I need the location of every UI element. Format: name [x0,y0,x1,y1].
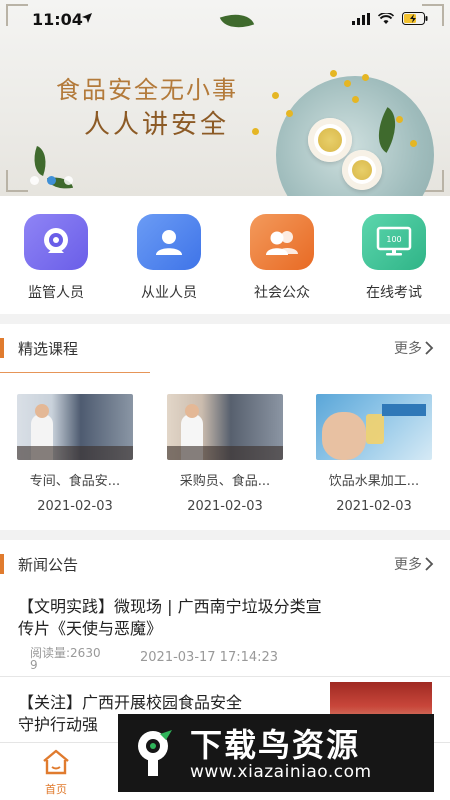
banner-slogan-line1: 食品安全无小事 [56,76,238,104]
course-date: 2021-02-03 [187,499,263,514]
location-arrow-icon [82,13,92,23]
bowl-image [342,150,382,190]
news-title-line: 【文明实践】微现场 | 广西南宁垃圾分类宣 [18,597,322,616]
course-thumbnail [17,394,133,460]
osmanthus-flower [286,110,293,117]
tab-home[interactable]: 首页 [36,749,76,797]
svg-text:100: 100 [386,235,401,244]
status-bar: 11:04 [0,0,450,40]
menu-item-online-exam[interactable]: 100 在线考试 [349,214,439,302]
osmanthus-flower [344,80,351,87]
featured-courses-section: 精选课程 更多 专间、食品安... 2021-02-03 采购员、食品... 2… [0,324,450,530]
more-label: 更多 [394,557,422,573]
home-icon [43,749,69,775]
carousel-indicator[interactable] [30,176,73,185]
menu-item-label: 从业人员 [141,285,197,301]
person-icon [137,214,201,270]
menu-item-label: 在线考试 [366,285,422,301]
bird-logo-icon [138,730,172,776]
watermark-overlay: 下载鸟资源 www.xiazainiao.com [118,714,434,792]
chevron-right-icon [425,341,434,355]
signal-icon [352,12,370,25]
more-news-link[interactable]: 更多 [394,554,434,574]
menu-item-label: 监管人员 [28,285,84,301]
osmanthus-flower [396,116,403,123]
osmanthus-flower [252,128,259,135]
news-title-line: 守护行动强 [18,715,99,734]
news-item[interactable]: 【文明实践】微现场 | 广西南宁垃圾分类宣 传片《天使与恶魔》 阅读量:2630… [0,594,450,674]
osmanthus-flower [410,140,417,147]
course-thumbnail [167,394,283,460]
battery-charging-icon [402,12,428,25]
section-header: 精选课程 更多 [0,324,450,373]
section-accent-bar [0,338,4,358]
section-underline [0,372,150,373]
menu-item-label: 社会公众 [254,285,310,301]
people-icon [250,214,314,270]
menu-item-public[interactable]: 社会公众 [237,214,327,302]
leaf-decoration [367,107,407,153]
menu-item-practitioner[interactable]: 从业人员 [124,214,214,302]
webcam-icon [24,214,88,270]
food-plate-image [276,76,434,196]
more-courses-link[interactable]: 更多 [394,338,434,358]
course-date: 2021-02-03 [37,499,113,514]
carousel-dot-active[interactable] [47,176,56,185]
course-card[interactable]: 采购员、食品... 2021-02-03 [167,394,283,514]
more-label: 更多 [394,341,422,357]
watermark-title: 下载鸟资源 [190,726,361,764]
banner-corner-ornament [6,170,28,192]
carousel-dot[interactable] [64,176,73,185]
course-date: 2021-02-03 [336,499,412,514]
menu-item-supervisor[interactable]: 监管人员 [11,214,101,302]
carousel-dot[interactable] [30,176,39,185]
section-title: 新闻公告 [18,556,79,574]
divider [0,676,450,677]
status-time: 11:04 [32,10,83,29]
news-datetime: 2021-03-17 17:14:23 [140,650,279,665]
news-section: 新闻公告 更多 【文明实践】微现场 | 广西南宁垃圾分类宣 传片《天使与恶魔》 … [0,540,450,742]
wifi-icon [378,12,394,24]
section-title: 精选课程 [18,340,79,358]
section-header: 新闻公告 更多 [0,540,450,588]
chevron-right-icon [425,557,434,571]
course-thumbnail [316,394,432,460]
tab-home-label: 首页 [45,783,67,796]
course-card[interactable]: 饮品水果加工... 2021-02-03 [316,394,432,514]
news-title-line: 【关注】广西开展校园食品安全 [18,693,243,712]
osmanthus-flower [272,92,279,99]
bowl-image [308,118,352,162]
course-title: 饮品水果加工... [328,474,420,489]
course-card[interactable]: 专间、食品安... 2021-02-03 [17,394,133,514]
monitor-exam-icon: 100 [362,214,426,270]
watermark-url: www.xiazainiao.com [190,762,372,782]
osmanthus-flower [362,74,369,81]
section-accent-bar [0,554,4,574]
osmanthus-flower [352,96,359,103]
banner-slogan-line2: 人人讲安全 [84,110,230,140]
news-read-count: 阅读量:2630 [30,646,101,660]
news-read-count-cont: 9 [30,658,38,672]
osmanthus-flower [330,70,337,77]
leaf-decoration [28,146,52,176]
course-title: 采购员、食品... [179,474,271,489]
news-title-line: 传片《天使与恶魔》 [18,619,163,638]
course-title: 专间、食品安... [29,474,121,489]
quick-menu: 监管人员 从业人员 社会公众 100 在线考试 [0,196,450,314]
